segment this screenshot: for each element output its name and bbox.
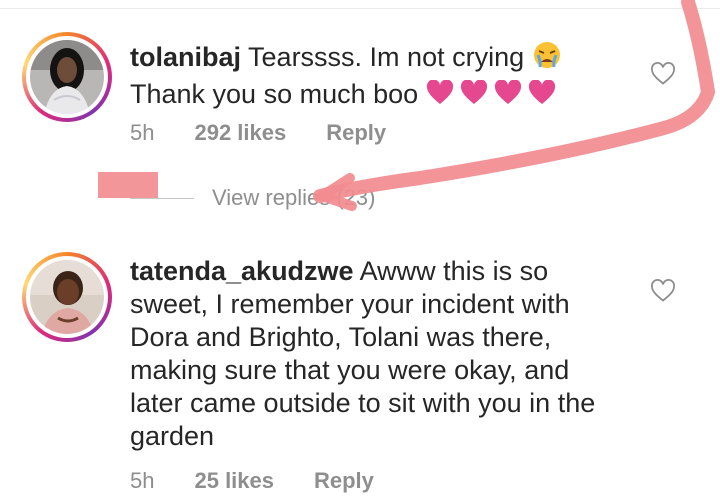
avatar-story-ring[interactable] [22, 32, 112, 122]
reply-button[interactable]: Reply [314, 468, 374, 494]
comment-body-line: garden [130, 421, 215, 451]
hearts-row [426, 80, 556, 106]
view-replies-line [130, 197, 194, 199]
like-heart-icon[interactable] [650, 279, 676, 303]
comment-text: tolanibaj Tearssss. Im not crying Thank … [130, 40, 562, 111]
crying-face-emoji [532, 40, 562, 78]
comment-body-line: later came outside to sit with you in th… [130, 388, 596, 418]
comment-body-line1: Tearssss. Im not crying [248, 42, 525, 72]
comment-meta: 5h 25 likes Reply [130, 468, 374, 494]
pink-heart-emoji [426, 80, 453, 104]
comment-username[interactable]: tatenda_akudzwe [130, 256, 354, 286]
comment-time: 5h [130, 120, 155, 145]
comment-body-line2: Thank you so much boo [130, 79, 419, 109]
comment-meta: 5h 292 likes Reply [130, 120, 386, 146]
comment-text: tatenda_akudzwe Awww this is so sweet, I… [130, 255, 595, 453]
pink-heart-emoji [494, 80, 521, 104]
avatar [30, 40, 104, 114]
comment-time: 5h [130, 468, 155, 493]
view-replies[interactable]: View replies (23) [130, 185, 375, 211]
comment-username[interactable]: tolanibaj [130, 42, 241, 72]
pink-heart-emoji [460, 80, 487, 104]
likes-count[interactable]: 25 likes [194, 468, 274, 494]
reply-button[interactable]: Reply [326, 120, 386, 146]
like-heart-icon[interactable] [650, 62, 676, 86]
comment-body-line: Dora and Brighto, Tolani was there, [130, 322, 552, 352]
avatar-story-ring[interactable] [22, 252, 112, 342]
comment-body-line: Awww this is so [359, 256, 549, 286]
comment-body-line: making sure that you were okay, and [130, 355, 570, 385]
view-replies-label[interactable]: View replies (23) [212, 185, 375, 211]
top-divider [0, 0, 720, 9]
avatar [30, 260, 104, 334]
likes-count[interactable]: 292 likes [194, 120, 286, 146]
pink-heart-emoji [528, 80, 555, 104]
comment-body-line: sweet, I remember your incident with [130, 289, 570, 319]
